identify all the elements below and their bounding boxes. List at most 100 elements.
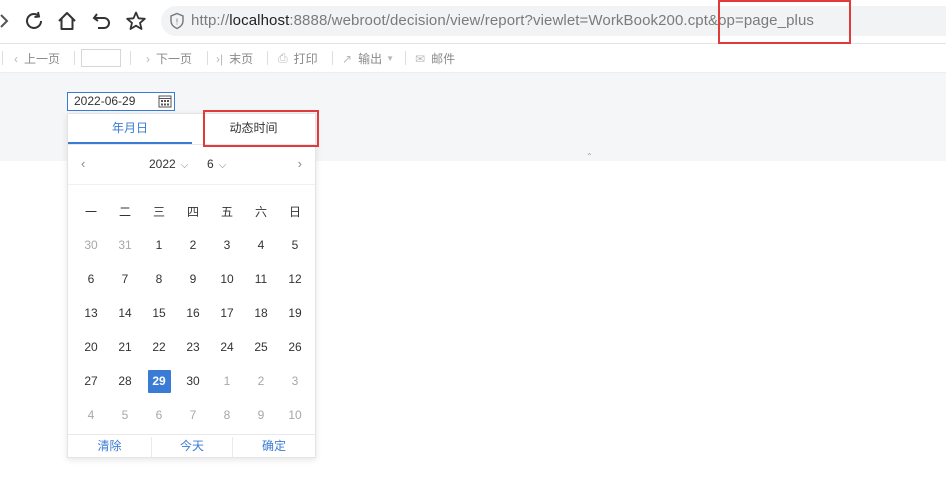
calendar-day[interactable]: 9 — [244, 398, 278, 432]
calendar-day[interactable]: 24 — [210, 330, 244, 364]
calendar-day-number: 3 — [291, 374, 299, 388]
calendar-day[interactable]: 3 — [278, 364, 312, 398]
page-number-input[interactable] — [81, 49, 121, 67]
calendar-day[interactable]: 10 — [278, 398, 312, 432]
calendar-week-row: 13 14 15 16 17 18 19 — [74, 296, 312, 330]
year-select[interactable]: 2022 ⌵ — [149, 157, 188, 171]
calendar-day[interactable]: 8 — [142, 262, 176, 296]
calendar-day[interactable]: 6 — [142, 398, 176, 432]
toolbar-divider — [207, 51, 208, 65]
calendar-day[interactable]: 16 — [176, 296, 210, 330]
calendar-day-number: 8 — [223, 408, 231, 422]
calendar-day[interactable]: 8 — [210, 398, 244, 432]
shield-icon[interactable]: ! — [168, 12, 186, 30]
browser-toolbar: ! http://localhost:8888/webroot/decision… — [0, 0, 946, 44]
weekday-label: 六 — [254, 204, 267, 219]
confirm-button[interactable]: 确定 — [233, 435, 315, 459]
calendar-week-row: 30 31 1 2 3 4 5 — [74, 228, 312, 262]
reload-icon[interactable] — [23, 10, 45, 32]
calendar-day[interactable]: 17 — [210, 296, 244, 330]
export-icon: ↗ — [342, 51, 353, 66]
calendar-day[interactable]: 31 — [108, 228, 142, 262]
calendar-day[interactable]: 19 — [278, 296, 312, 330]
calendar-day-number: 21 — [118, 340, 132, 354]
last-page-button[interactable]: ›| 末页 — [216, 50, 253, 67]
calendar-day[interactable]: 30 — [74, 228, 108, 262]
undo-icon[interactable] — [91, 10, 113, 32]
calendar-day-number: 6 — [155, 408, 163, 422]
weekday-label: 二 — [118, 204, 131, 219]
calendar-day-selected[interactable]: 29 — [142, 364, 176, 398]
calendar-day[interactable]: 15 — [142, 296, 176, 330]
prev-page-label: 上一页 — [24, 52, 61, 66]
calendar-week-row: 6 7 8 9 10 11 12 — [74, 262, 312, 296]
calendar-day[interactable]: 18 — [244, 296, 278, 330]
calendar-day[interactable]: 30 — [176, 364, 210, 398]
year-month-nav: ‹ 2022 ⌵ 6 ⌵ › — [68, 150, 315, 178]
prev-page-button[interactable]: ‹ 上一页 — [14, 50, 60, 67]
print-button[interactable]: ⎙ 打印 — [278, 50, 318, 67]
collapse-panel-icon[interactable]: ⌃ — [586, 152, 593, 161]
calendar-day[interactable]: 25 — [244, 330, 278, 364]
calendar-day[interactable]: 23 — [176, 330, 210, 364]
calendar-day[interactable]: 14 — [108, 296, 142, 330]
calendar-icon[interactable] — [158, 94, 172, 108]
calendar-day[interactable]: 1 — [142, 228, 176, 262]
next-page-button[interactable]: › 下一页 — [146, 50, 192, 67]
toolbar-divider — [130, 51, 131, 65]
next-month-icon[interactable]: › — [298, 156, 302, 171]
calendar-day[interactable]: 2 — [244, 364, 278, 398]
calendar-day-number: 31 — [118, 238, 132, 252]
calendar-day[interactable]: 7 — [108, 262, 142, 296]
calendar-day[interactable]: 2 — [176, 228, 210, 262]
calendar-day[interactable]: 1 — [210, 364, 244, 398]
toolbar-divider — [2, 51, 3, 65]
report-toolbar: ‹ 上一页 › 下一页 ›| 末页 ⎙ 打印 ↗ 输出 ▼ ✉ 邮件 — [0, 44, 946, 73]
calendar-day[interactable]: 13 — [74, 296, 108, 330]
calendar-day[interactable]: 5 — [108, 398, 142, 432]
date-parameter-input[interactable]: 2022-06-29 — [67, 92, 175, 111]
chevron-left-icon: ‹ — [14, 51, 18, 66]
export-button[interactable]: ↗ 输出 ▼ — [342, 50, 400, 67]
calendar-day[interactable]: 22 — [142, 330, 176, 364]
dynamic-time-highlight-box — [203, 110, 319, 147]
toolbar-divider — [405, 51, 406, 65]
divider — [68, 184, 315, 185]
calendar-day[interactable]: 20 — [74, 330, 108, 364]
calendar-day[interactable]: 27 — [74, 364, 108, 398]
calendar-day-number: 1 — [155, 238, 163, 252]
toolbar-divider — [74, 51, 75, 65]
calendar-day-number: 20 — [84, 340, 98, 354]
month-select[interactable]: 6 ⌵ — [207, 157, 226, 171]
calendar-day-number: 9 — [257, 408, 265, 422]
weekday-label: 四 — [186, 204, 199, 219]
bookmark-star-icon[interactable] — [125, 10, 147, 32]
calendar-day-number: 1 — [223, 374, 231, 388]
calendar-day[interactable]: 4 — [244, 228, 278, 262]
calendar-day[interactable]: 26 — [278, 330, 312, 364]
calendar-day[interactable]: 4 — [74, 398, 108, 432]
calendar-day[interactable]: 12 — [278, 262, 312, 296]
calendar-day[interactable]: 5 — [278, 228, 312, 262]
calendar-day[interactable]: 21 — [108, 330, 142, 364]
url-param-highlight-box — [718, 0, 851, 44]
date-value: 2022-06-29 — [74, 94, 136, 108]
clear-button[interactable]: 清除 — [68, 435, 151, 459]
calendar-day[interactable]: 9 — [176, 262, 210, 296]
prev-month-icon[interactable]: ‹ — [81, 156, 85, 171]
calendar-day[interactable]: 11 — [244, 262, 278, 296]
email-button[interactable]: ✉ 邮件 — [415, 50, 455, 67]
tab-year-month-day[interactable]: 年月日 — [68, 114, 192, 144]
calendar-day[interactable]: 10 — [210, 262, 244, 296]
calendar-day-number: 13 — [84, 306, 98, 320]
calendar-day[interactable]: 28 — [108, 364, 142, 398]
calendar-day[interactable]: 7 — [176, 398, 210, 432]
calendar-day[interactable]: 3 — [210, 228, 244, 262]
forward-icon[interactable] — [0, 10, 10, 32]
calendar-day[interactable]: 6 — [74, 262, 108, 296]
calendar-day-number: 22 — [152, 340, 166, 354]
calendar-day-number: 7 — [189, 408, 197, 422]
home-icon[interactable] — [56, 10, 78, 32]
calendar-day-number: 7 — [121, 272, 129, 286]
today-button[interactable]: 今天 — [152, 435, 232, 459]
